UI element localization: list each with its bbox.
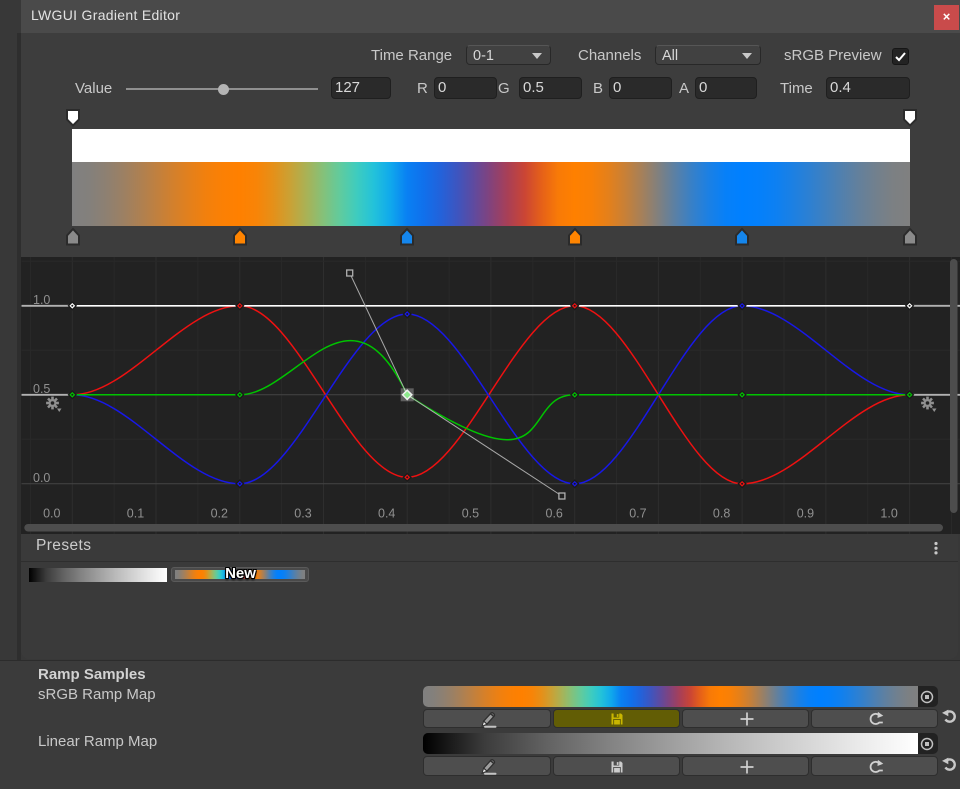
svg-text:0.0: 0.0 [33,471,50,485]
svg-text:0.3: 0.3 [294,507,311,521]
svg-text:0.1: 0.1 [127,507,144,521]
svg-text:0.8: 0.8 [713,507,730,521]
svg-text:0.4: 0.4 [378,507,395,521]
svg-text:0.2: 0.2 [211,507,228,521]
svg-text:0.9: 0.9 [797,507,814,521]
svg-text:1.0: 1.0 [33,293,50,307]
svg-text:0.0: 0.0 [43,507,60,521]
svg-text:0.7: 0.7 [629,507,646,521]
svg-text:1.0: 1.0 [880,507,897,521]
svg-text:0.6: 0.6 [546,507,563,521]
svg-text:0.5: 0.5 [462,507,479,521]
svg-text:0.5: 0.5 [33,382,50,396]
